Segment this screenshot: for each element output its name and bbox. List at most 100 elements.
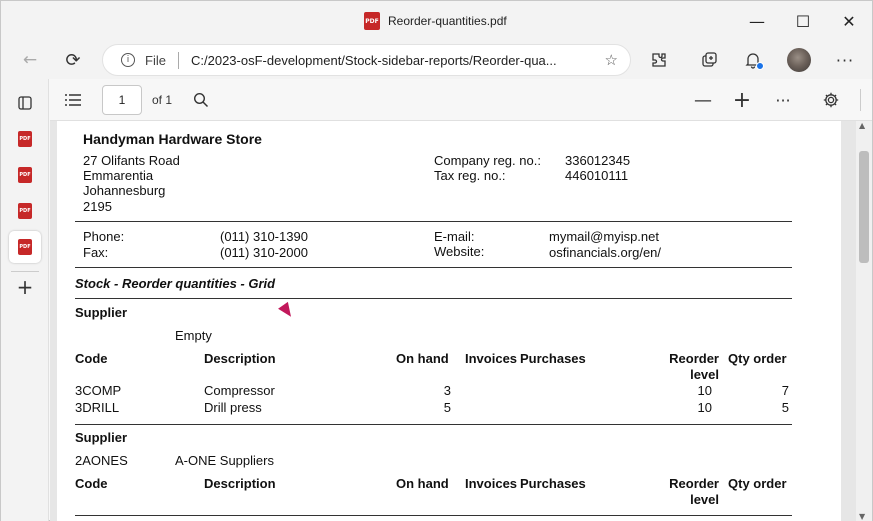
notification-badge [756, 62, 764, 70]
toolbar-divider [860, 89, 861, 111]
divider-line [75, 267, 792, 268]
profile-avatar[interactable] [787, 48, 811, 72]
vertical-scrollbar[interactable]: ▲ ▼ [856, 121, 872, 521]
column-header-invoices: Invoices [465, 476, 518, 491]
supplier-name: A-ONE Suppliers [175, 453, 274, 468]
vertical-tab-strip: PDF PDF PDF PDF + [1, 79, 49, 521]
minimize-icon: — [749, 11, 765, 31]
collections-icon[interactable] [694, 45, 724, 75]
search-button[interactable] [188, 87, 214, 113]
refresh-icon: ⟳ [65, 49, 81, 71]
sidebar-pdf-tab-3[interactable]: PDF [9, 195, 41, 227]
address-bar-row: ← ⟳ i File C:/2023-osF-development/Stock… [1, 41, 872, 79]
more-options-icon[interactable]: ··· [830, 45, 860, 75]
new-tab-button[interactable]: + [9, 271, 41, 303]
row-on-hand: 5 [443, 400, 451, 415]
tax-reg-value: 446010111 [565, 168, 629, 183]
settings-button[interactable] [818, 87, 844, 113]
scroll-up-arrow-icon[interactable]: ▲ [859, 121, 865, 130]
maximize-button[interactable]: ☐ [780, 1, 826, 41]
supplier-code: 2AONES [75, 453, 128, 468]
scrollbar-thumb[interactable] [859, 151, 869, 263]
maximize-icon: ☐ [795, 11, 811, 31]
zoom-out-button[interactable]: — [690, 87, 716, 113]
column-header-reorder: Reorder [669, 351, 719, 366]
row-reorder-level: 10 [697, 400, 712, 415]
page-number-input[interactable]: 1 [102, 85, 142, 115]
gear-icon [823, 92, 839, 108]
notifications-icon[interactable] [738, 45, 768, 75]
extensions-icon[interactable] [644, 45, 674, 75]
divider-line [75, 221, 792, 222]
website-value: osfinancials.org/en/ [549, 245, 662, 260]
table-of-contents-icon [65, 94, 81, 106]
mouse-cursor-icon [278, 301, 296, 321]
supplier-label: Supplier [75, 430, 128, 445]
url-text[interactable]: C:/2023-osF-development/Stock-sidebar-re… [191, 53, 591, 68]
divider-line [75, 515, 792, 516]
add-favorite-icon[interactable]: ☆ [605, 51, 618, 69]
close-icon: ✕ [842, 11, 856, 31]
column-header-invoices: Invoices [465, 351, 518, 366]
row-description: Drill press [204, 400, 262, 415]
address-separator [178, 52, 179, 69]
sidebar-pdf-tab-2[interactable]: PDF [9, 159, 41, 191]
sidebar-pdf-tab-active[interactable]: PDF [9, 231, 41, 263]
minus-icon: — [694, 89, 712, 111]
column-header-purchases: Purchases [520, 351, 586, 366]
row-code: 3DRILL [75, 400, 120, 415]
column-header-code: Code [75, 476, 108, 491]
phone-value: (011) 310-1390 [220, 229, 308, 244]
page-count-label: of 1 [152, 93, 173, 107]
email-label: E-mail: [434, 229, 475, 244]
ellipsis-icon: ··· [775, 90, 791, 110]
close-button[interactable]: ✕ [826, 1, 872, 41]
window-title-group: PDF Reorder-quantities.pdf [364, 12, 507, 30]
info-icon[interactable]: i [121, 53, 135, 67]
sidebar-pdf-tab-1[interactable]: PDF [9, 123, 41, 155]
column-header-description: Description [204, 351, 276, 366]
address-line-4: 2195 [83, 199, 112, 214]
column-header-level: level [690, 367, 719, 382]
back-button[interactable]: ← [15, 45, 45, 75]
column-header-reorder: Reorder [669, 476, 719, 491]
phone-label: Phone: [83, 229, 125, 244]
file-protocol-label: File [145, 53, 166, 68]
email-value: mymail@myisp.net [549, 229, 659, 244]
divider-line [75, 424, 792, 425]
pdf-icon: PDF [18, 203, 32, 219]
plus-icon: + [16, 275, 34, 299]
pdf-file-icon: PDF [364, 12, 380, 30]
column-header-description: Description [204, 476, 276, 491]
row-description: Compressor [204, 383, 275, 398]
back-arrow-icon: ← [22, 50, 38, 70]
fax-value: (011) 310-2000 [220, 245, 308, 260]
address-line-3: Johannesburg [83, 183, 166, 198]
row-qty-order: 7 [781, 383, 789, 398]
pdf-icon: PDF [18, 131, 32, 147]
company-name: Handyman Hardware Store [83, 131, 262, 147]
minimize-button[interactable]: — [734, 1, 780, 41]
company-reg-label: Company reg. no.: [434, 153, 541, 168]
address-bar[interactable]: i File C:/2023-osF-development/Stock-sid… [102, 44, 631, 76]
pdf-icon: PDF [18, 167, 32, 183]
tab-actions-button[interactable] [9, 87, 41, 119]
supplier-name: Empty [175, 328, 212, 343]
divider-line [75, 298, 792, 299]
row-qty-order: 5 [781, 400, 789, 415]
column-header-on-hand: On hand [396, 351, 449, 366]
address-line-1: 27 Olifants Road [83, 153, 180, 168]
pdf-page: Handyman Hardware Store 27 Olifants Road… [57, 121, 841, 521]
refresh-button[interactable]: ⟳ [58, 45, 88, 75]
zoom-in-button[interactable]: + [729, 87, 755, 113]
column-header-level: level [690, 492, 719, 507]
tax-reg-label: Tax reg. no.: [434, 168, 506, 183]
more-tools-button[interactable]: ··· [770, 87, 796, 113]
scroll-down-arrow-icon[interactable]: ▼ [859, 512, 865, 521]
pdf-viewer[interactable]: Handyman Hardware Store 27 Olifants Road… [50, 121, 856, 521]
company-reg-value: 336012345 [565, 153, 631, 168]
column-header-qty-order: Qty order [728, 351, 787, 366]
website-label: Website: [434, 244, 485, 259]
pdf-toolbar: 1 of 1 — + ··· [50, 79, 872, 121]
contents-button[interactable] [60, 87, 86, 113]
